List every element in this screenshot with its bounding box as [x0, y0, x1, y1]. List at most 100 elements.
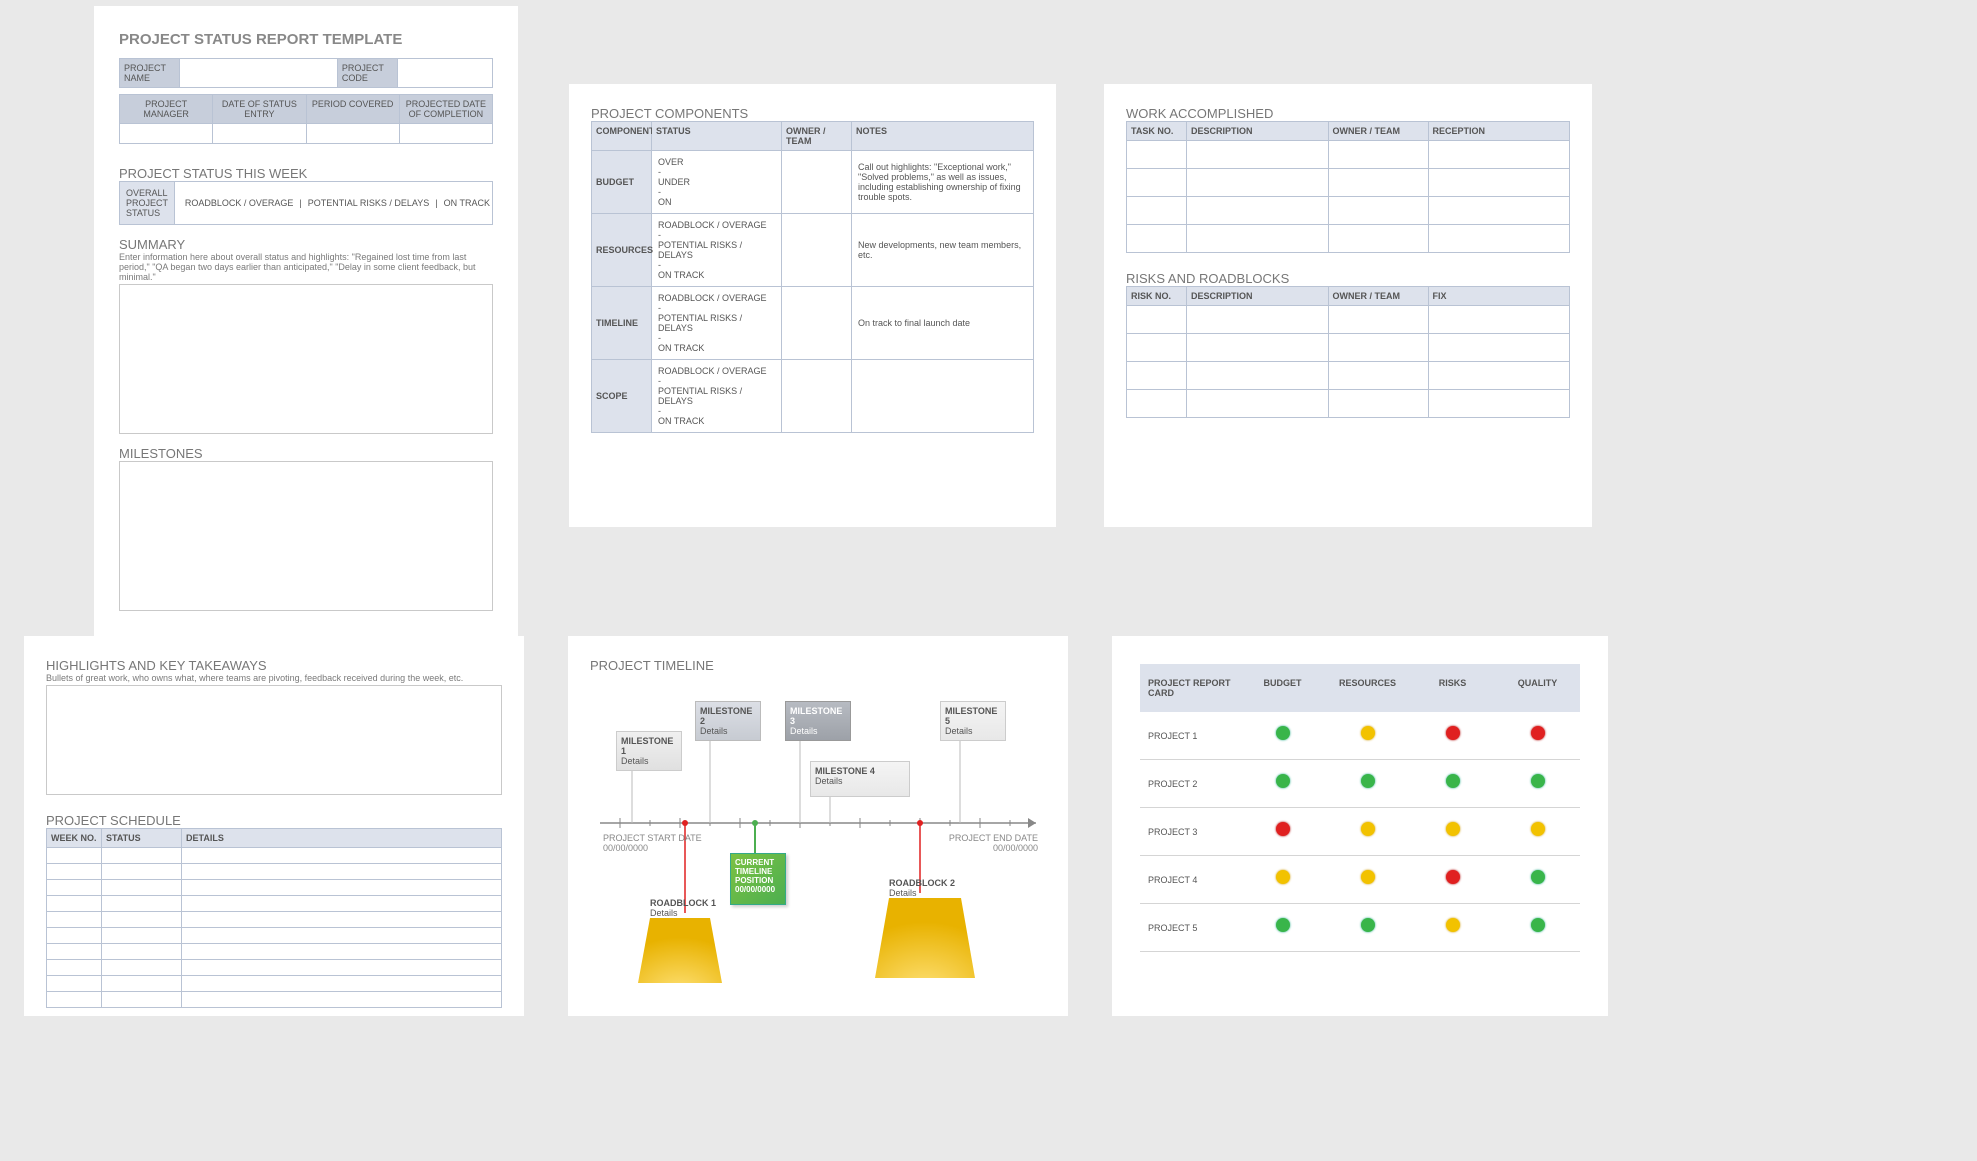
th-risk-fix: FIX — [1429, 287, 1570, 305]
th-budget: BUDGET — [1240, 664, 1325, 712]
status-dot-yellow — [1531, 822, 1545, 836]
component-name: TIMELINE — [592, 287, 652, 359]
milestones-box[interactable] — [119, 461, 493, 611]
status-dot-red — [1276, 822, 1290, 836]
roadblock-2: ROADBLOCK 2Details — [875, 878, 975, 978]
table-row[interactable] — [46, 928, 502, 944]
th-reception: RECEPTION — [1429, 122, 1570, 140]
th-notes: NOTES — [852, 122, 1033, 150]
page-report-card: PROJECT REPORT CARD BUDGET RESOURCES RIS… — [1112, 636, 1608, 1016]
component-status: ROADBLOCK / OVERAGE - POTENTIAL RISKS / … — [652, 287, 782, 359]
milestone-2: MILESTONE 2Details — [695, 701, 761, 741]
component-notes: On track to final launch date — [852, 287, 1033, 359]
status-dot-yellow — [1446, 822, 1460, 836]
th-quality: QUALITY — [1495, 664, 1580, 712]
component-name: BUDGET — [592, 151, 652, 213]
label-end-date: PROJECT END DATE00/00/0000 — [949, 833, 1038, 853]
th-component: COMPONENT — [592, 122, 652, 150]
page-components: PROJECT COMPONENTS COMPONENT STATUS OWNE… — [569, 84, 1056, 527]
report-card-row: PROJECT 3 — [1140, 808, 1580, 856]
component-row: RESOURCESROADBLOCK / OVERAGE - POTENTIAL… — [591, 214, 1034, 287]
table-row[interactable] — [46, 896, 502, 912]
heading-summary: SUMMARY — [119, 237, 493, 252]
th-owner: OWNER / TEAM — [782, 122, 852, 150]
status-dot-yellow — [1446, 918, 1460, 932]
project-name-cell: PROJECT 5 — [1140, 923, 1240, 933]
status-dot-green — [1446, 774, 1460, 788]
component-owner[interactable] — [782, 151, 852, 213]
table-row[interactable] — [1126, 225, 1570, 253]
component-owner[interactable] — [782, 360, 852, 432]
status-opt-roadblock: ROADBLOCK / OVERAGE — [185, 198, 294, 208]
label-overall-status: OVERALL PROJECT STATUS — [120, 182, 175, 224]
component-name: SCOPE — [592, 360, 652, 432]
table-row[interactable] — [46, 944, 502, 960]
project-name-cell: PROJECT 4 — [1140, 875, 1240, 885]
status-dot-yellow — [1361, 870, 1375, 884]
table-row[interactable] — [46, 960, 502, 976]
component-notes: New developments, new team members, etc. — [852, 214, 1033, 286]
summary-box[interactable] — [119, 284, 493, 434]
milestone-4: MILESTONE 4Details — [810, 761, 910, 797]
component-notes: Call out highlights: "Exceptional work,"… — [852, 151, 1033, 213]
status-dot-yellow — [1361, 822, 1375, 836]
table-row[interactable] — [1126, 141, 1570, 169]
table-row[interactable] — [46, 848, 502, 864]
status-dot-green — [1276, 726, 1290, 740]
highlights-box[interactable] — [46, 685, 502, 795]
table-row[interactable] — [46, 880, 502, 896]
component-name: RESOURCES — [592, 214, 652, 286]
table-row[interactable] — [1126, 334, 1570, 362]
status-opt-risks: POTENTIAL RISKS / DELAYS — [308, 198, 430, 208]
project-name-cell: PROJECT 2 — [1140, 779, 1240, 789]
report-card-row: PROJECT 2 — [1140, 760, 1580, 808]
status-dot-green — [1531, 870, 1545, 884]
status-dot-red — [1446, 726, 1460, 740]
th-resources: RESOURCES — [1325, 664, 1410, 712]
milestone-5: MILESTONE 5Details — [940, 701, 1006, 741]
report-card-row: PROJECT 4 — [1140, 856, 1580, 904]
table-row[interactable] — [1126, 362, 1570, 390]
component-status: ROADBLOCK / OVERAGE - POTENTIAL RISKS / … — [652, 360, 782, 432]
table-row[interactable] — [1126, 390, 1570, 418]
project-name-cell: PROJECT 1 — [1140, 731, 1240, 741]
component-owner[interactable] — [782, 287, 852, 359]
status-dot-green — [1276, 774, 1290, 788]
heading-milestones: MILESTONES — [119, 446, 493, 461]
table-row[interactable] — [46, 912, 502, 928]
component-row: SCOPEROADBLOCK / OVERAGE - POTENTIAL RIS… — [591, 360, 1034, 433]
page-work-risks: WORK ACCOMPLISHED TASK NO. DESCRIPTION O… — [1104, 84, 1592, 527]
table-row[interactable] — [46, 992, 502, 1008]
status-dot-green — [1361, 918, 1375, 932]
current-position-note: CURRENT TIMELINE POSITION00/00/0000 — [730, 853, 786, 905]
table-row[interactable] — [46, 864, 502, 880]
table-row[interactable] — [1126, 306, 1570, 334]
th-description: DESCRIPTION — [1187, 122, 1329, 140]
component-notes — [852, 360, 1033, 432]
report-card-row: PROJECT 1 — [1140, 712, 1580, 760]
page-status-report: PROJECT STATUS REPORT TEMPLATE PROJECT N… — [94, 6, 518, 656]
highlights-helper: Bullets of great work, who owns what, wh… — [46, 673, 502, 683]
status-opt-on-track: ON TRACK — [444, 198, 490, 208]
th-completion: PROJECTED DATE OF COMPLETION — [400, 95, 492, 123]
table-row[interactable] — [1126, 169, 1570, 197]
th-owner: OWNER / TEAM — [1329, 122, 1429, 140]
component-owner[interactable] — [782, 214, 852, 286]
milestone-3: MILESTONE 3Details — [785, 701, 851, 741]
heading-status-week: PROJECT STATUS THIS WEEK — [119, 166, 493, 181]
th-sched-status: STATUS — [102, 829, 182, 847]
page-timeline: PROJECT TIMELINE — [568, 636, 1068, 1016]
heading-timeline: PROJECT TIMELINE — [590, 658, 1046, 673]
report-card-row: PROJECT 5 — [1140, 904, 1580, 952]
th-date-status: DATE OF STATUS ENTRY — [213, 95, 306, 123]
status-dot-green — [1531, 918, 1545, 932]
th-project-manager: PROJECT MANAGER — [120, 95, 213, 123]
table-row[interactable] — [46, 976, 502, 992]
heading-highlights: HIGHLIGHTS AND KEY TAKEAWAYS — [46, 658, 502, 673]
th-week-no: WEEK NO. — [47, 829, 102, 847]
heading-components: PROJECT COMPONENTS — [591, 106, 1034, 121]
table-row[interactable] — [1126, 197, 1570, 225]
th-risks-col: RISKS — [1410, 664, 1495, 712]
component-status: OVER - UNDER - ON — [652, 151, 782, 213]
roadblock-1: ROADBLOCK 1Details — [638, 898, 722, 983]
